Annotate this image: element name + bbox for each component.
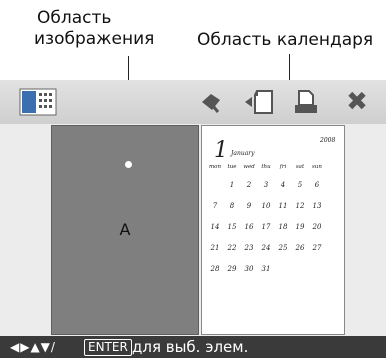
calendar-weekday: wed — [243, 164, 255, 170]
image-area[interactable]: A — [51, 125, 199, 335]
calendar-day: 5 — [297, 181, 303, 189]
calendar-day: 31 — [261, 265, 271, 273]
status-text: для выб. элем. — [132, 338, 249, 356]
calendar-day: 27 — [312, 244, 322, 252]
calendar-day: 17 — [261, 223, 271, 231]
calendar-weekday: sun — [312, 164, 322, 170]
calendar-day: 21 — [210, 244, 220, 252]
calendar-weekday: mon — [208, 164, 222, 170]
calendar-day: 12 — [295, 202, 305, 210]
callout-image-line1: Область — [37, 8, 112, 28]
calendar-day: 25 — [278, 244, 288, 252]
calendar-weekday: sat — [295, 164, 305, 170]
calendar-leader-dot — [286, 161, 293, 168]
enter-key-label: ENTER — [84, 339, 132, 356]
calendar-day: 22 — [227, 244, 237, 252]
calendar-day: 20 — [312, 223, 322, 231]
callout-calendar-area: Область календаря — [197, 30, 374, 50]
calendar-month-number: 1 — [214, 138, 228, 163]
calendar-day: 16 — [244, 223, 254, 231]
calendar-day: 10 — [261, 202, 271, 210]
image-area-label: A — [119, 220, 131, 239]
calendar-month-name: January — [231, 150, 255, 157]
calendar-day: 13 — [312, 202, 322, 210]
calendar-year: 2008 — [320, 137, 336, 144]
calendar-day: 1 — [229, 181, 235, 189]
toolbar: ✖ — [0, 80, 386, 124]
calendar-weekday: tue — [227, 164, 237, 170]
calendar-day: 28 — [210, 265, 220, 273]
callout-image-line2: изображения — [34, 29, 155, 49]
calendar-day: 29 — [227, 265, 237, 273]
calendar-day: 26 — [295, 244, 305, 252]
calendar-day: 8 — [229, 202, 235, 210]
calendar-day: 9 — [246, 202, 252, 210]
calendar-day: 2 — [246, 181, 252, 189]
preview-stage: A 1 January 2008 mon tue wed thu fri sat sun 1 2… — [0, 124, 386, 336]
calendar-day: 3 — [263, 181, 269, 189]
close-icon[interactable]: ✖ — [343, 86, 371, 118]
calendar-day: 6 — [314, 181, 320, 189]
image-leader-dot — [125, 161, 132, 168]
calendar-day: 15 — [227, 223, 237, 231]
calendar-day: 18 — [278, 223, 288, 231]
calendar-day: 23 — [244, 244, 254, 252]
calendar-day: 19 — [295, 223, 305, 231]
layout-icon[interactable] — [18, 86, 58, 118]
callout-image-area: Область изображения — [34, 8, 154, 50]
calendar-weekday: thu — [261, 164, 271, 170]
calendar-day: 11 — [278, 202, 288, 210]
calendar-day: 24 — [261, 244, 271, 252]
print-icon[interactable] — [292, 86, 320, 118]
calendar-day: 14 — [210, 223, 220, 231]
calendar-area[interactable]: 1 January 2008 mon tue wed thu fri sat sun 1 2 3 4… — [201, 125, 345, 335]
calendar-day: 30 — [244, 265, 254, 273]
status-bar: ◀▶▲▼/ ENTER для выб. элем. — [0, 336, 386, 358]
calendar-day: 4 — [280, 181, 286, 189]
calendar-day: 7 — [212, 202, 218, 210]
eraser-icon[interactable] — [198, 86, 224, 118]
insert-image-icon[interactable] — [243, 86, 277, 118]
nav-arrows-icon: ◀▶▲▼/ — [10, 340, 56, 354]
